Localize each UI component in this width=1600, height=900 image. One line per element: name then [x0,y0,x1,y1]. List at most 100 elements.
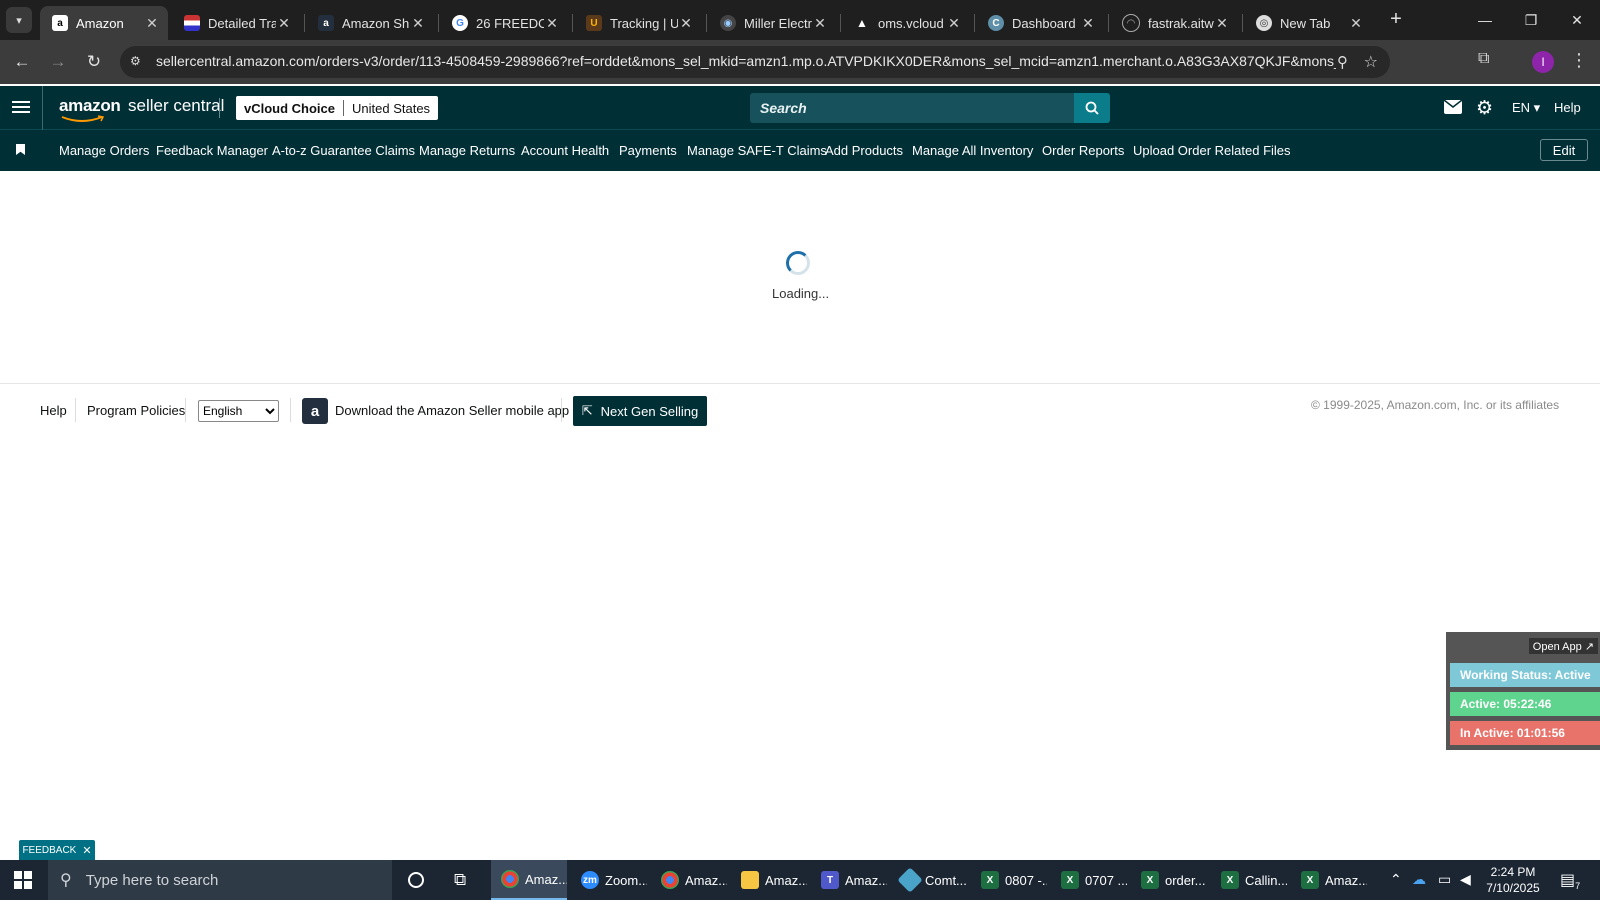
nav-item-safe-t-claims[interactable]: Manage SAFE-T Claims [687,143,827,158]
browser-tab[interactable]: a Amazon ✕ [40,6,168,40]
excel-icon: X [981,871,999,889]
taskbar-app[interactable]: Comt... [891,860,967,900]
clock-time: 2:24 PM [1490,865,1536,879]
browser-tab[interactable]: ◠ fastrak.aitw ✕ [1110,6,1238,40]
taskbar-app[interactable]: X 0707 ... [1051,860,1127,900]
nav-item-payments[interactable]: Payments [619,143,677,158]
search-input[interactable] [750,93,1074,123]
taskbar-app[interactable]: Amaz... [731,860,807,900]
nav-item-manage-returns[interactable]: Manage Returns [419,143,515,158]
next-gen-selling-button[interactable]: ⇱ Next Gen Selling [573,396,707,426]
nav-item-manage-orders[interactable]: Manage Orders [59,143,149,158]
profile-avatar[interactable]: I [1532,51,1554,73]
notification-center-icon[interactable]: ▤7 [1560,870,1580,891]
extensions-icon[interactable]: ⧉ [1478,50,1489,68]
triangle-favicon-icon: ▲ [856,16,868,30]
open-app-button[interactable]: Open App ↗ [1528,638,1598,654]
nav-item-order-reports[interactable]: Order Reports [1042,143,1124,158]
taskbar-app[interactable]: X 0807 -... [971,860,1047,900]
cortana-icon[interactable] [408,872,424,888]
reload-icon[interactable]: ↻ [82,50,106,74]
taskbar-search-box[interactable]: ⚲ Type here to search [48,860,392,900]
nav-item-manage-inventory[interactable]: Manage All Inventory [912,143,1033,158]
taskbar-app[interactable]: X order... [1131,860,1207,900]
notification-count: 7 [1575,881,1581,892]
gear-icon[interactable]: ⚙ [1476,97,1493,120]
nav-item-a-to-z-claims[interactable]: A-to-z Guarantee Claims [272,143,415,158]
logo-seller-central-text[interactable]: seller central [128,96,224,116]
mail-icon[interactable] [1443,99,1463,114]
close-icon[interactable]: ✕ [144,15,160,32]
program-policies-link[interactable]: Program Policies [87,403,185,418]
amazon-smile-icon [61,115,105,122]
header-help-link[interactable]: Help [1554,100,1581,115]
taskbar-app[interactable]: X Amaz... [1291,860,1367,900]
system-clock[interactable]: 2:24 PM 7/10/2025 [1478,864,1548,896]
onedrive-icon[interactable]: ☁ [1412,871,1426,888]
url-text[interactable]: sellercentral.amazon.com/orders-v3/order… [156,53,1336,69]
browser-tab[interactable]: U Tracking | U ✕ [574,6,702,40]
nav-item-add-products[interactable]: Add Products [825,143,903,158]
new-tab-button[interactable]: + [1384,8,1408,32]
close-icon[interactable]: ✕ [544,15,560,32]
back-arrow-icon[interactable]: ← [10,50,34,74]
footer-help-link[interactable]: Help [40,403,67,418]
zoom-icon[interactable]: ⚲ [1337,53,1348,71]
close-icon[interactable]: ✕ [1348,15,1364,32]
folder-icon [741,871,759,889]
tab-title: Miller Electr [744,15,812,31]
amazon-app-icon[interactable]: a [302,398,328,424]
close-icon[interactable]: ✕ [946,15,962,32]
close-icon[interactable]: ✕ [82,844,91,857]
nav-item-feedback-manager[interactable]: Feedback Manager [156,143,268,158]
browser-tab[interactable]: G 26 FREEDO ✕ [440,6,568,40]
taskbar-app[interactable]: Amaz... [491,860,567,900]
taskbar-app-label: Amaz... [685,872,727,888]
site-settings-icon[interactable]: ⚙ [130,54,146,70]
feedback-tab[interactable]: FEEDBACK ✕ [19,840,95,860]
footer-language-select[interactable]: English [198,400,279,422]
browser-tab[interactable]: Detailed Tra ✕ [172,6,300,40]
nav-item-account-health[interactable]: Account Health [521,143,609,158]
browser-tab[interactable]: ◉ Miller Electr ✕ [708,6,836,40]
tab-search-button[interactable]: ▾ [6,7,32,33]
close-icon[interactable]: ✕ [276,15,292,32]
address-bar[interactable]: ⚙ sellercentral.amazon.com/orders-v3/ord… [120,46,1390,78]
close-icon[interactable]: ✕ [678,15,694,32]
account-switcher[interactable]: vCloud Choice United States [236,96,439,120]
taskbar-app-label: Callin... [1245,872,1287,888]
taskbar-app[interactable]: zm Zoom... [571,860,647,900]
bookmark-star-icon[interactable]: ☆ [1364,52,1378,72]
taskbar-app[interactable]: T Amaz... [811,860,887,900]
browser-tab[interactable]: ▲ oms.vcloud ✕ [842,6,970,40]
hamburger-menu-icon[interactable] [12,98,30,116]
search-button[interactable] [1074,93,1110,123]
taskbar-app[interactable]: Amaz... [651,860,727,900]
task-view-icon[interactable]: ⧉ [454,870,466,890]
browser-tab[interactable]: ◎ New Tab ✕ [1244,6,1372,40]
nav-item-upload-files[interactable]: Upload Order Related Files [1133,143,1291,158]
close-icon[interactable]: ✕ [1214,15,1230,32]
forward-arrow-icon[interactable]: → [46,50,70,74]
close-icon[interactable]: ✕ [812,15,828,32]
edit-nav-button[interactable]: Edit [1540,139,1588,161]
taskbar-app-label: Amaz... [1325,872,1367,888]
footer-divider [0,383,1600,384]
network-icon[interactable]: ▭ [1438,871,1451,888]
download-app-link[interactable]: Download the Amazon Seller mobile app [335,403,569,418]
taskbar-app[interactable]: X Callin... [1211,860,1287,900]
windows-start-icon[interactable] [14,871,32,889]
window-close-icon[interactable]: ✕ [1554,0,1600,40]
browser-menu-icon[interactable]: ⋮ [1570,50,1588,71]
browser-tab[interactable]: a Amazon Sh ✕ [306,6,434,40]
logo-amazon-text[interactable]: amazon [59,96,121,116]
bookmark-icon[interactable] [16,144,25,155]
close-icon[interactable]: ✕ [410,15,426,32]
chevron-up-icon[interactable]: ⌃ [1390,871,1402,888]
minimize-icon[interactable]: — [1462,0,1508,40]
browser-tab[interactable]: C Dashboard ✕ [976,6,1104,40]
close-icon[interactable]: ✕ [1080,15,1096,32]
language-selector[interactable]: EN ▾ [1512,100,1540,116]
restore-icon[interactable]: ❐ [1508,0,1554,40]
volume-icon[interactable]: ◀ [1460,871,1471,888]
